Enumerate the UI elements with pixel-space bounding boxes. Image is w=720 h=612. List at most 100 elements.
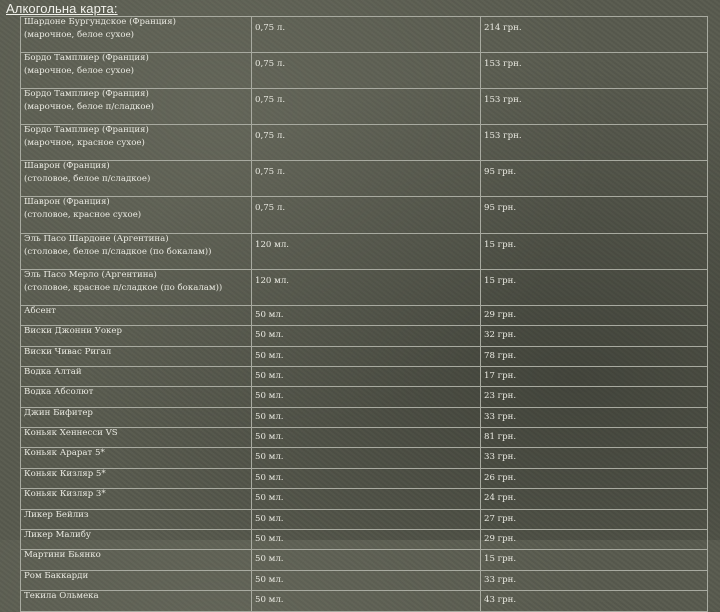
serving-volume: 50 мл.: [251, 365, 481, 388]
drink-name-cell: Абсент: [20, 304, 252, 327]
table-row: Бордо Тамплиер (Франция) (марочное, белое…: [20, 88, 708, 126]
drink-name-cell: Коньяк Кизляр 5*: [20, 467, 252, 490]
price: 95 грн.: [480, 160, 708, 198]
alcohol-price-table: Шардоне Бургундское (Франция) (марочное, …: [20, 15, 708, 612]
drink-name-cell: Бордо Тамплиер (Франция) (марочное, белое…: [20, 52, 252, 90]
serving-volume: 50 мл.: [251, 488, 481, 510]
drink-name-cell: Виски Джонни Уокер: [20, 325, 252, 347]
price: 15 грн.: [480, 549, 708, 571]
serving-volume: 50 мл.: [251, 345, 481, 367]
drink-name-cell: Ликер Бейлиз: [20, 508, 252, 531]
table-row: Коньяк Кизляр 3* 50 мл. 24 грн.: [20, 488, 708, 510]
table-row: Бордо Тамплиер (Франция) (марочное, белое…: [20, 52, 708, 90]
drink-name-cell: Коньяк Кизляр 3*: [20, 488, 252, 510]
serving-volume: 0,75 л.: [251, 52, 481, 90]
drink-name: Водка Алтай: [24, 366, 82, 377]
price: 33 грн.: [480, 569, 708, 592]
drink-name: Шаврон (Франция): [24, 197, 110, 208]
page-title: Алкогольна карта:: [6, 1, 118, 16]
drink-name: Коньяк Кизляр 5*: [24, 468, 106, 479]
table-row: Джин Бифитер 50 мл. 33 грн.: [20, 406, 708, 429]
drink-name-cell: Водка Абсолют: [20, 386, 252, 408]
drink-description: (марочное, белое п/сладкое): [24, 102, 154, 113]
table-row: Ликер Бейлиз 50 мл. 27 грн.: [20, 508, 708, 531]
price: 32 грн.: [480, 325, 708, 347]
price: 24 грн.: [480, 488, 708, 510]
price: 15 грн.: [480, 232, 708, 270]
serving-volume: 50 мл.: [251, 325, 481, 347]
drink-name-cell: Водка Алтай: [20, 365, 252, 388]
price-table-body: Шардоне Бургундское (Франция) (марочное, …: [20, 15, 708, 612]
price: 26 грн.: [480, 467, 708, 490]
price: 27 грн.: [480, 508, 708, 531]
table-row: Шаврон (Франция) (столовое, красное сухое…: [20, 196, 708, 234]
drink-description: (марочное, красное сухое): [24, 138, 145, 149]
drink-name-cell: Шардоне Бургундское (Франция) (марочное, …: [20, 15, 252, 54]
table-row: Эль Пасо Шардоне (Аргентина) (столовое, б…: [20, 232, 708, 270]
serving-volume: 120 мл.: [251, 268, 481, 306]
table-row: Мартини Бьянко 50 мл. 15 грн.: [20, 549, 708, 571]
drink-name-cell: Ром Баккарди: [20, 569, 252, 592]
drink-name-cell: Шаврон (Франция) (столовое, белое п/сладк…: [20, 160, 252, 198]
price: 43 грн.: [480, 590, 708, 612]
drink-name-cell: Коньяк Хеннесси VS: [20, 427, 252, 449]
price: 153 грн.: [480, 124, 708, 162]
table-row: Коньяк Кизляр 5* 50 мл. 26 грн.: [20, 467, 708, 490]
drink-name: Виски Джонни Уокер: [24, 326, 123, 337]
table-row: Ром Баккарди 50 мл. 33 грн.: [20, 569, 708, 592]
serving-volume: 50 мл.: [251, 386, 481, 408]
table-row: Водка Алтай 50 мл. 17 грн.: [20, 365, 708, 388]
table-row: Шаврон (Франция) (столовое, белое п/сладк…: [20, 160, 708, 198]
serving-volume: 0,75 л.: [251, 196, 481, 234]
serving-volume: 50 мл.: [251, 447, 481, 469]
price: 95 грн.: [480, 196, 708, 234]
drink-name: Джин Бифитер: [24, 407, 93, 418]
drink-name: Бордо Тамплиер (Франция): [24, 53, 149, 64]
table-row: Текила Ольмека 50 мл. 43 грн.: [20, 590, 708, 612]
serving-volume: 50 мл.: [251, 304, 481, 327]
drink-name-cell: Эль Пасо Мерло (Аргентина) (столовое, кра…: [20, 268, 252, 306]
serving-volume: 50 мл.: [251, 508, 481, 531]
price: 29 грн.: [480, 304, 708, 327]
serving-volume: 50 мл.: [251, 467, 481, 490]
price: 17 грн.: [480, 365, 708, 388]
drink-name-cell: Коньяк Арарат 5*: [20, 447, 252, 469]
drink-name: Виски Чивас Ригал: [24, 346, 112, 357]
price: 78 грн.: [480, 345, 708, 367]
table-row: Коньяк Арарат 5* 50 мл. 33 грн.: [20, 447, 708, 469]
price: 23 грн.: [480, 386, 708, 408]
price: 153 грн.: [480, 52, 708, 90]
drink-name-cell: Текила Ольмека: [20, 590, 252, 612]
table-row: Шардоне Бургундское (Франция) (марочное, …: [20, 15, 708, 54]
price: 33 грн.: [480, 447, 708, 469]
drink-name: Шаврон (Франция): [24, 161, 110, 172]
drink-name: Текила Ольмека: [24, 591, 99, 602]
drink-name: Мартини Бьянко: [24, 550, 101, 561]
drink-name: Ликер Малибу: [24, 530, 91, 541]
drink-name: Шардоне Бургундское (Франция): [24, 17, 176, 27]
drink-description: (столовое, белое п/сладкое (по бокалам)): [24, 246, 212, 257]
drink-name: Ром Баккарди: [24, 570, 89, 581]
drink-name-cell: Эль Пасо Шардоне (Аргентина) (столовое, б…: [20, 232, 252, 270]
table-row: Бордо Тамплиер (Франция) (марочное, красн…: [20, 124, 708, 162]
serving-volume: 50 мл.: [251, 427, 481, 449]
table-row: Эль Пасо Мерло (Аргентина) (столовое, кра…: [20, 268, 708, 306]
drink-name-cell: Шаврон (Франция) (столовое, красное сухое…: [20, 196, 252, 234]
price: 33 грн.: [480, 406, 708, 429]
drink-name: Бордо Тамплиер (Франция): [24, 125, 149, 136]
price: 214 грн.: [480, 15, 708, 54]
serving-volume: 50 мл.: [251, 406, 481, 429]
drink-name: Коньяк Кизляр 3*: [24, 489, 106, 500]
serving-volume: 50 мл.: [251, 549, 481, 571]
drink-description: (марочное, белое сухое): [24, 66, 135, 77]
serving-volume: 0,75 л.: [251, 124, 481, 162]
table-row: Абсент 50 мл. 29 грн.: [20, 304, 708, 327]
price: 81 грн.: [480, 427, 708, 449]
serving-volume: 120 мл.: [251, 232, 481, 270]
serving-volume: 50 мл.: [251, 569, 481, 592]
drink-description: (столовое, белое п/сладкое): [24, 174, 151, 185]
drink-name-cell: Джин Бифитер: [20, 406, 252, 429]
serving-volume: 0,75 л.: [251, 15, 481, 54]
drink-description: (столовое, красное п/сладкое (по бокалам…: [24, 282, 223, 293]
drink-name: Коньяк Хеннесси VS: [24, 428, 118, 439]
